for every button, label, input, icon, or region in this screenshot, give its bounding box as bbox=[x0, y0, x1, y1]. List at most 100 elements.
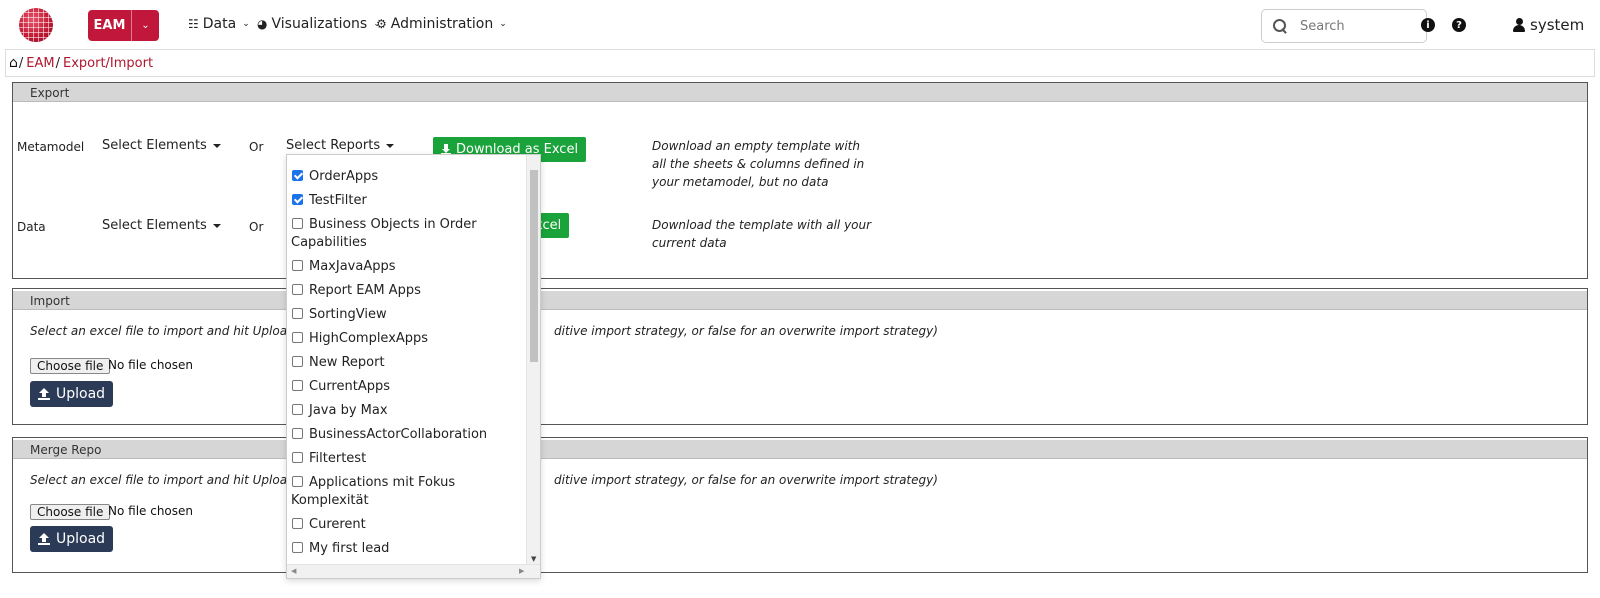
app-switcher-button[interactable]: EAM ⌄ bbox=[88, 10, 159, 41]
report-checkbox[interactable] bbox=[292, 476, 303, 487]
search-input[interactable] bbox=[1300, 18, 1420, 34]
report-option[interactable]: Curerent bbox=[287, 513, 527, 537]
import-upload-button[interactable]: Upload bbox=[30, 381, 114, 407]
report-option-label: Business Objects in Order Capabilities bbox=[291, 217, 477, 250]
report-checkbox[interactable] bbox=[292, 332, 303, 343]
reports-dropdown-menu[interactable]: OrderApps TestFilter Business Objects in O… bbox=[286, 154, 541, 579]
caret-down-icon bbox=[212, 223, 221, 228]
report-checkbox[interactable] bbox=[292, 518, 303, 529]
report-option-label: My first lead bbox=[309, 541, 390, 556]
search-icon bbox=[1272, 18, 1288, 34]
report-option-label: Curerent bbox=[309, 517, 366, 532]
select-reports-label: Select Reports bbox=[286, 138, 381, 153]
app-switcher-label[interactable]: EAM bbox=[88, 10, 131, 41]
report-option-label: HighComplexApps bbox=[309, 331, 429, 346]
vertical-scrollbar[interactable]: ▼ bbox=[526, 155, 540, 566]
report-option[interactable]: BusinessActorCollaboration bbox=[287, 423, 527, 447]
select-elements-label: Select Elements bbox=[102, 218, 207, 233]
report-checkbox[interactable] bbox=[292, 380, 303, 391]
import-hint-left: Select an excel file to import and hit U… bbox=[30, 324, 318, 338]
reports-list: OrderApps TestFilter Business Objects in O… bbox=[287, 165, 527, 578]
metamodel-label: Metamodel bbox=[17, 140, 85, 154]
metamodel-select-elements[interactable]: Select Elements bbox=[102, 138, 221, 153]
report-option[interactable]: My first lead bbox=[287, 537, 527, 561]
report-option-label: CurrentApps bbox=[309, 379, 390, 394]
help-icon[interactable]: ? bbox=[1452, 18, 1466, 32]
breadcrumb-eam[interactable]: EAM bbox=[26, 56, 54, 71]
horizontal-scrollbar[interactable]: ◀ ▶ bbox=[287, 564, 540, 578]
or-label: Or bbox=[249, 140, 264, 154]
user-name: system bbox=[1530, 16, 1585, 34]
sitemap-icon: ☷ bbox=[188, 17, 199, 31]
merge-choose-file-button[interactable]: Choose file bbox=[30, 504, 111, 520]
report-checkbox[interactable] bbox=[292, 452, 303, 463]
report-option-label: Java by Max bbox=[309, 403, 388, 418]
report-option-label: BusinessActorCollaboration bbox=[309, 427, 488, 442]
breadcrumb: ⌂ / EAM / Export/Import bbox=[5, 49, 1595, 77]
report-option[interactable]: Java by Max bbox=[287, 399, 527, 423]
report-checkbox[interactable] bbox=[292, 194, 303, 205]
report-option[interactable]: TestFilter bbox=[287, 189, 527, 213]
report-checkbox[interactable] bbox=[292, 308, 303, 319]
nav-visualizations-label: Visualizations bbox=[271, 16, 368, 32]
scroll-down-icon[interactable]: ▼ bbox=[531, 555, 536, 563]
chevron-down-icon: ⌄ bbox=[242, 19, 250, 29]
report-option-label: SortingView bbox=[309, 307, 387, 322]
user-icon bbox=[1513, 18, 1525, 32]
breadcrumb-export-import[interactable]: Export/Import bbox=[63, 56, 153, 71]
report-option[interactable]: Applications mit Fokus Komplexität bbox=[287, 471, 527, 513]
import-panel-title: Import bbox=[13, 291, 1587, 310]
report-option[interactable]: New Report bbox=[287, 351, 527, 375]
pie-chart-icon: ◕ bbox=[257, 17, 268, 31]
report-option[interactable]: HighComplexApps bbox=[287, 327, 527, 351]
report-option-label: Applications mit Fokus Komplexität bbox=[291, 475, 456, 508]
report-option[interactable]: CurrentApps bbox=[287, 375, 527, 399]
user-menu[interactable]: system bbox=[1513, 16, 1584, 34]
report-option-label: MaxJavaApps bbox=[309, 259, 396, 274]
metamodel-hint: Download an empty template with all the … bbox=[652, 139, 865, 189]
import-no-file-text: No file chosen bbox=[108, 358, 194, 372]
report-checkbox[interactable] bbox=[292, 284, 303, 295]
report-checkbox[interactable] bbox=[292, 356, 303, 367]
report-checkbox[interactable] bbox=[292, 170, 303, 181]
report-option[interactable]: OrderApps bbox=[287, 165, 527, 189]
caret-down-icon bbox=[212, 143, 221, 148]
report-option[interactable]: SortingView bbox=[287, 303, 527, 327]
merge-upload-button[interactable]: Upload bbox=[30, 526, 114, 552]
report-checkbox[interactable] bbox=[292, 260, 303, 271]
report-option-label: TestFilter bbox=[309, 193, 367, 208]
export-panel: Export Metamodel Select Elements Or Sele… bbox=[12, 82, 1588, 279]
merge-panel-title: Merge Repo bbox=[13, 440, 1587, 459]
report-checkbox[interactable] bbox=[292, 404, 303, 415]
caret-down-icon bbox=[386, 143, 395, 148]
data-select-elements[interactable]: Select Elements bbox=[102, 218, 221, 233]
upload-label: Upload bbox=[56, 531, 106, 547]
nav-administration[interactable]: ⚙ Administration ⌄ bbox=[376, 16, 507, 32]
report-option[interactable]: Business Objects in Order Capabilities bbox=[287, 213, 527, 255]
report-option-label: OrderApps bbox=[309, 169, 379, 184]
report-option[interactable]: Filtertest bbox=[287, 447, 527, 471]
scroll-right-icon[interactable]: ▶ bbox=[519, 567, 524, 575]
report-checkbox[interactable] bbox=[292, 428, 303, 439]
scroll-left-icon[interactable]: ◀ bbox=[291, 567, 296, 575]
data-label: Data bbox=[17, 220, 46, 234]
merge-repo-panel: Merge Repo Select an excel file to impor… bbox=[12, 437, 1588, 573]
nav-data[interactable]: ☷ Data ⌄ bbox=[188, 16, 250, 32]
data-hint: Download the template with all your curr… bbox=[652, 218, 872, 250]
nav-visualizations[interactable]: ◕ Visualizations ⌄ bbox=[257, 16, 381, 32]
report-option[interactable]: Report EAM Apps bbox=[287, 279, 527, 303]
scrollbar-thumb[interactable] bbox=[530, 170, 538, 362]
import-choose-file-button[interactable]: Choose file bbox=[30, 358, 111, 374]
chevron-down-icon[interactable]: ⌄ bbox=[131, 10, 159, 41]
report-option-label: Filtertest bbox=[309, 451, 367, 466]
search-box[interactable] bbox=[1261, 9, 1427, 43]
home-icon[interactable]: ⌂ bbox=[9, 55, 18, 71]
report-checkbox[interactable] bbox=[292, 542, 303, 553]
report-checkbox[interactable] bbox=[292, 218, 303, 229]
select-elements-label: Select Elements bbox=[102, 138, 207, 153]
metamodel-select-reports[interactable]: Select Reports bbox=[286, 138, 395, 153]
logo-icon[interactable] bbox=[19, 8, 53, 42]
export-panel-title: Export bbox=[13, 83, 1587, 102]
report-option[interactable]: MaxJavaApps bbox=[287, 255, 527, 279]
info-icon[interactable]: i bbox=[1421, 18, 1435, 32]
